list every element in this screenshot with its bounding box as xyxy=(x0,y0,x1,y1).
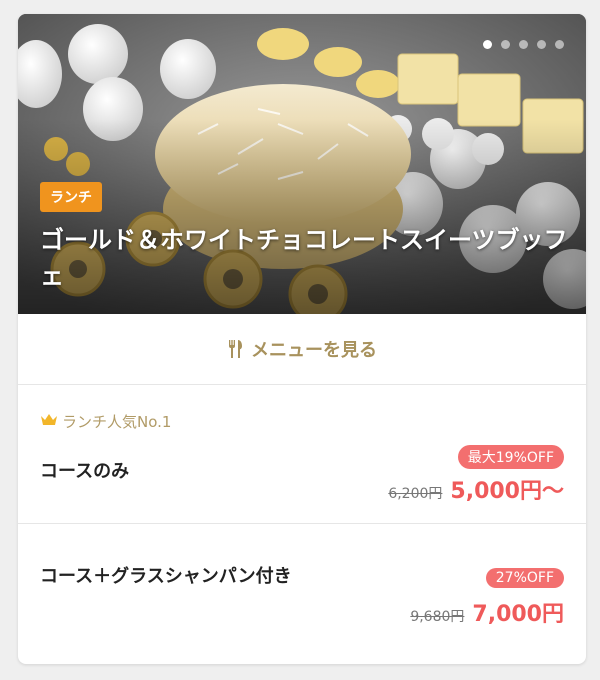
sale-price: 5,000円〜 xyxy=(450,479,564,504)
plan-row-course-only[interactable]: ランチ人気No.1 コースのみ 最大19%OFF 6,200円 5,000円〜 xyxy=(18,385,586,524)
view-menu-label: メニューを見る xyxy=(251,340,377,361)
restaurant-plan-card: ランチ ゴールド＆ホワイトチョコレートスイーツブッフェ メニューを見る ランチ人… xyxy=(18,14,586,664)
original-price: 6,200円 xyxy=(388,486,443,502)
carousel-dot-3[interactable] xyxy=(519,40,528,49)
discount-badge: 最大19%OFF xyxy=(457,445,564,469)
category-badge: ランチ xyxy=(40,182,102,212)
sale-price: 7,000円 xyxy=(472,602,564,627)
hero-image-carousel[interactable]: ランチ ゴールド＆ホワイトチョコレートスイーツブッフェ xyxy=(18,14,586,314)
plan-name: コース＋グラスシャンパン付き xyxy=(40,566,292,587)
rank-label: ランチ人気No.1 xyxy=(62,413,172,431)
discount-badge: 27%OFF xyxy=(485,568,564,588)
original-price: 9,680円 xyxy=(410,609,465,625)
crown-icon xyxy=(40,413,58,431)
carousel-dot-5[interactable] xyxy=(555,40,564,49)
fork-knife-icon xyxy=(227,340,243,358)
plan-row-course-champagne[interactable]: コース＋グラスシャンパン付き 27%OFF 9,680円 7,000円 xyxy=(18,524,586,664)
price-group: 9,680円 7,000円 xyxy=(410,596,564,628)
carousel-dot-1[interactable] xyxy=(483,40,492,49)
carousel-dot-2[interactable] xyxy=(501,40,510,49)
carousel-dot-4[interactable] xyxy=(537,40,546,49)
plan-name: コースのみ xyxy=(40,461,130,482)
carousel-indicators xyxy=(483,40,564,49)
price-group: 6,200円 5,000円〜 xyxy=(388,473,564,505)
popularity-rank: ランチ人気No.1 xyxy=(40,411,171,432)
plan-title: ゴールド＆ホワイトチョコレートスイーツブッフェ xyxy=(40,226,568,290)
view-menu-button[interactable]: メニューを見る xyxy=(18,314,586,385)
